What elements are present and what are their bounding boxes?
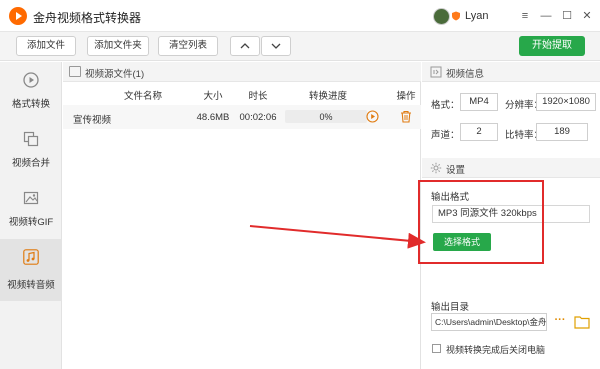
sidebar: 格式转换 视频合并 视频转GIF 视频转音频 [0, 62, 62, 369]
clear-list-button[interactable]: 清空列表 [158, 36, 218, 56]
chevron-down-icon [271, 43, 281, 49]
title-bar: 金舟视频格式转换器 Lyan ≡ — ☐ ✕ [0, 0, 600, 32]
folder-icon[interactable] [574, 315, 590, 329]
settings-header: 设置 [422, 158, 600, 178]
format-value: MP4 [460, 93, 498, 111]
file-name-cell: 宣传视频 [73, 115, 112, 126]
music-note-icon [23, 249, 39, 265]
resolution-value: 1920×1080 [536, 93, 596, 111]
user-name[interactable]: Lyan [465, 10, 488, 22]
sidebar-item-video-to-gif[interactable]: 视频转GIF [0, 180, 62, 238]
add-file-button[interactable]: 添加文件 [16, 36, 76, 56]
shutdown-checkbox[interactable] [432, 344, 441, 353]
bitrate-value: 189 [536, 123, 588, 141]
column-header-actions: 操作 [396, 91, 416, 102]
vip-badge-icon [452, 11, 460, 21]
channels-label: 声道： [431, 130, 460, 141]
sidebar-item-video-to-audio[interactable]: 视频转音频 [0, 239, 62, 301]
start-extract-button[interactable]: 开始提取 [519, 36, 585, 56]
output-dir-input[interactable]: C:\Users\admin\Desktop\金舟视 [431, 313, 547, 331]
file-duration-cell: 00:02:06 [239, 112, 277, 123]
sidebar-item-label: 视频转音频 [7, 280, 55, 291]
app-logo-icon [9, 7, 27, 25]
sidebar-item-label: 视频合并 [11, 158, 50, 169]
progress-text: 0% [319, 112, 333, 122]
output-dir-label: 输出目录 [431, 302, 470, 313]
chevron-up-icon [240, 43, 250, 49]
app-title: 金舟视频格式转换器 [33, 11, 142, 25]
column-header-name: 文件名称 [123, 91, 162, 102]
column-header-duration: 时长 [248, 91, 268, 102]
gear-icon [430, 162, 442, 174]
maximize-button[interactable]: ☐ [559, 8, 575, 24]
play-circle-icon [23, 72, 39, 88]
sidebar-item-video-merge[interactable]: 视频合并 [0, 121, 62, 179]
shutdown-checkbox-label: 视频转换完成后关闭电脑 [446, 345, 546, 355]
sidebar-item-label: 格式转换 [11, 99, 50, 110]
play-icon[interactable] [366, 110, 379, 123]
file-list-title: 视频源文件(1) [85, 69, 145, 80]
info-icon [430, 66, 442, 78]
video-file-icon [69, 66, 81, 77]
toolbar: 添加文件 添加文件夹 清空列表 开始提取 [0, 32, 600, 61]
file-list-panel: 视频源文件(1) 文件名称 大小 时长 转换进度 操作 宣传视频 48.6MB … [63, 62, 421, 369]
column-header-size: 大小 [203, 91, 223, 102]
close-button[interactable]: ✕ [579, 8, 595, 24]
image-icon [23, 191, 39, 205]
file-list-header: 视频源文件(1) [63, 62, 421, 82]
file-size-cell: 48.6MB [196, 112, 230, 123]
browse-button[interactable]: ··· [551, 313, 569, 331]
format-label: 格式： [431, 100, 460, 111]
highlight-box [418, 180, 544, 264]
video-info-header: 视频信息 [422, 62, 600, 82]
add-folder-button[interactable]: 添加文件夹 [87, 36, 149, 56]
trash-icon[interactable] [400, 110, 412, 123]
sidebar-item-label: 视频转GIF [8, 217, 54, 228]
merge-icon [23, 131, 39, 147]
move-up-button[interactable] [230, 36, 260, 56]
user-avatar[interactable] [433, 8, 450, 25]
minimize-button[interactable]: — [538, 8, 554, 24]
column-header-progress: 转换进度 [308, 91, 347, 102]
settings-title: 设置 [446, 165, 466, 176]
channels-value: 2 [460, 123, 498, 141]
sidebar-item-format-convert[interactable]: 格式转换 [0, 62, 62, 120]
video-info-title: 视频信息 [446, 69, 485, 80]
annotation-arrow-icon [249, 225, 426, 249]
move-down-button[interactable] [261, 36, 291, 56]
menu-icon[interactable]: ≡ [517, 8, 533, 24]
